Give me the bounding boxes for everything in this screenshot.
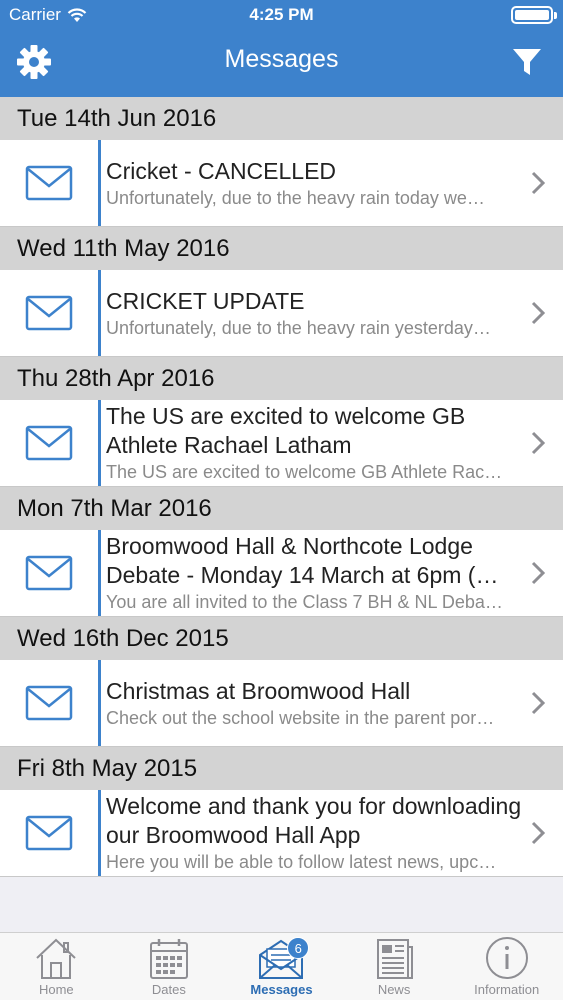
date-header: Fri 8th May 2015: [0, 747, 563, 790]
message-preview: You are all invited to the Class 7 BH & …: [106, 592, 503, 612]
message-title: The US are excited to welcome GB Athlete…: [106, 403, 466, 458]
message-row[interactable]: Broomwood Hall & Northcote Lodge Debate …: [0, 530, 563, 617]
message-row[interactable]: Cricket - CANCELLED Unfortunately, due t…: [0, 140, 563, 227]
message-preview: Here you will be able to follow latest n…: [106, 852, 497, 872]
tab-home[interactable]: Home: [0, 933, 113, 1000]
message-preview: Check out the school website in the pare…: [106, 707, 495, 728]
tab-bar: Home Dates 6 Messages News Information: [0, 932, 563, 1000]
message-title: Cricket - CANCELLED: [106, 157, 337, 184]
tab-label: Messages: [250, 982, 313, 997]
status-time: 4:25 PM: [249, 5, 314, 24]
message-preview: Unfortunately, due to the heavy rain yes…: [106, 317, 491, 338]
chevron-right-icon: [531, 431, 545, 455]
tab-label: Information: [474, 982, 540, 997]
battery-icon: [511, 6, 557, 24]
filter-button[interactable]: [511, 46, 543, 78]
message-title: Christmas at Broomwood Hall: [106, 677, 411, 704]
envelope-icon: [25, 555, 73, 591]
tab-label: News: [377, 982, 411, 997]
message-row[interactable]: Christmas at Broomwood Hall Check out th…: [0, 660, 563, 747]
date-header: Thu 28th Apr 2016: [0, 357, 563, 400]
date-header: Wed 16th Dec 2015: [0, 617, 563, 660]
message-title: CRICKET UPDATE: [106, 287, 305, 314]
tab-dates[interactable]: Dates: [113, 933, 226, 1000]
status-bar: Carrier 4:25 PM: [0, 0, 563, 30]
home-icon: [36, 938, 76, 979]
tab-label: Dates: [151, 982, 186, 997]
date-header: Wed 11th May 2016: [0, 227, 563, 270]
messages-list: Tue 14th Jun 2016 Cricket - CANCELLED Un…: [0, 97, 563, 877]
filter-icon: [513, 49, 541, 75]
envelope-icon: [25, 165, 73, 201]
message-preview: Unfortunately, due to the heavy rain tod…: [106, 187, 485, 208]
envelope-icon: [25, 425, 73, 461]
messages-badge: 6: [287, 937, 310, 959]
chevron-right-icon: [531, 301, 545, 325]
page-title: Messages: [224, 45, 339, 73]
app-header: Carrier 4:25 PM Messages: [0, 0, 563, 97]
chevron-right-icon: [531, 691, 545, 715]
envelope-icon: [25, 295, 73, 331]
calendar-icon: [149, 939, 188, 979]
info-icon: [485, 937, 528, 979]
message-row[interactable]: The US are excited to welcome GB Athlete…: [0, 400, 563, 487]
chevron-right-icon: [531, 171, 545, 195]
envelope-icon: [25, 815, 73, 851]
newspaper-icon: [377, 939, 414, 979]
envelope-icon: [25, 685, 73, 721]
chevron-right-icon: [531, 821, 545, 845]
date-header: Mon 7th Mar 2016: [0, 487, 563, 530]
tab-messages[interactable]: 6 Messages: [225, 933, 338, 1000]
tab-information[interactable]: Information: [450, 933, 563, 1000]
message-preview: The US are excited to welcome GB Athlete…: [106, 462, 503, 482]
message-title: Broomwood Hall & Northcote Lodge Debate …: [106, 533, 499, 588]
message-row[interactable]: CRICKET UPDATE Unfortunately, due to the…: [0, 270, 563, 357]
message-row[interactable]: Welcome and thank you for downloading ou…: [0, 790, 563, 877]
tab-news[interactable]: News: [338, 933, 451, 1000]
chevron-right-icon: [531, 561, 545, 585]
date-header: Tue 14th Jun 2016: [0, 97, 563, 140]
tab-label: Home: [38, 982, 74, 997]
message-title: Welcome and thank you for downloading ou…: [106, 793, 522, 848]
